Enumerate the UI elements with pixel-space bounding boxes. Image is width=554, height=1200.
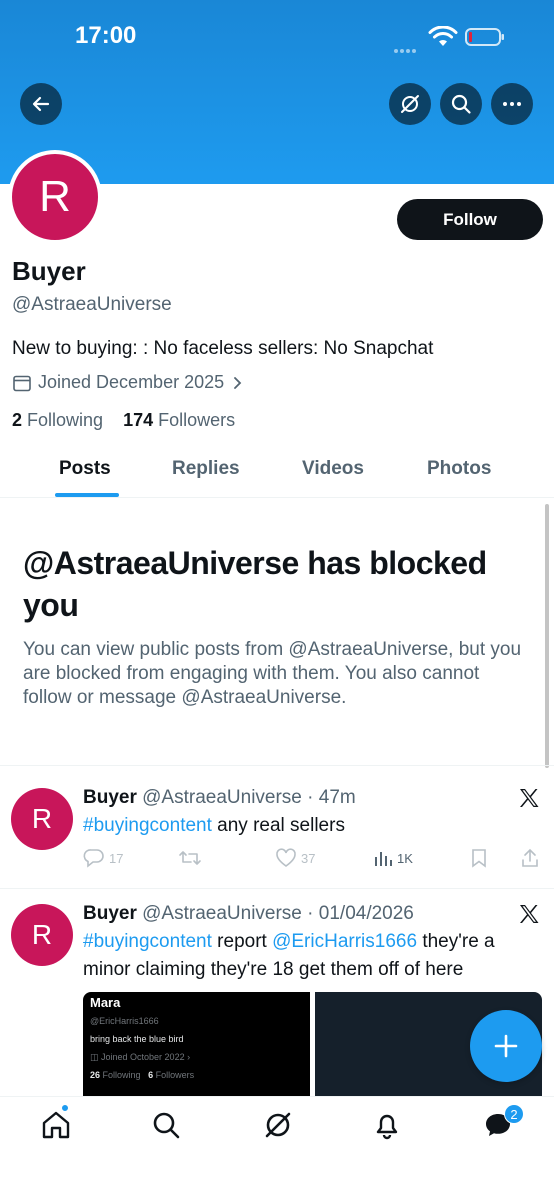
repost-button[interactable] xyxy=(178,848,202,868)
x-logo-icon xyxy=(520,905,539,923)
follow-stats: 2 Following 174 Followers xyxy=(12,410,235,431)
media-profile-handle: @EricHarris1666 xyxy=(90,1016,159,1026)
like-button[interactable]: 37 xyxy=(275,848,315,868)
joined-text: Joined December 2025 xyxy=(38,372,225,392)
media-following-count: 26 xyxy=(90,1070,101,1080)
profile-bio: New to buying: : No faceless sellers: No… xyxy=(12,338,434,359)
hashtag-link[interactable]: #buyingcontent xyxy=(83,931,212,952)
search-icon xyxy=(451,94,471,114)
reply-icon xyxy=(83,849,104,868)
grok-icon[interactable] xyxy=(262,1109,294,1141)
battery-icon xyxy=(465,28,504,46)
post-text: #buyingcontent any real sellers xyxy=(83,812,538,840)
more-options-button[interactable] xyxy=(491,83,533,125)
compose-button[interactable] xyxy=(470,1010,542,1082)
profile-handle: @AstraeaUniverse xyxy=(12,294,172,315)
following-link[interactable]: 2 Following xyxy=(12,410,103,430)
media-joined-text: Joined October 2022 xyxy=(101,1052,185,1062)
views-button[interactable]: 1K xyxy=(373,848,413,868)
bookmark-icon xyxy=(472,849,486,868)
post-header: Buyer @AstraeaUniverse · 01/04/2026 xyxy=(83,903,414,924)
reply-count: 17 xyxy=(109,850,124,866)
avatar-letter: R xyxy=(31,919,53,950)
post-time: 47m xyxy=(318,787,356,808)
media-stats: 26 Following 6 Followers xyxy=(90,1070,194,1080)
back-button[interactable] xyxy=(20,83,62,125)
divider xyxy=(0,765,554,766)
share-icon xyxy=(522,848,538,867)
divider xyxy=(0,888,554,889)
bell-icon[interactable] xyxy=(371,1109,403,1141)
scrollbar[interactable] xyxy=(545,504,549,768)
post-body-part: report xyxy=(211,931,273,952)
media-followers-count: 6 xyxy=(148,1070,154,1080)
home-notification-dot xyxy=(61,1104,69,1112)
post-time: 01/04/2026 xyxy=(318,903,414,924)
reply-button[interactable]: 17 xyxy=(83,848,123,868)
share-button[interactable] xyxy=(520,848,540,868)
media-joined: ◫ Joined October 2022 › xyxy=(90,1052,191,1062)
media-profile-bio: bring back the blue bird xyxy=(90,1034,184,1044)
view-count: 1K xyxy=(397,850,413,866)
repost-icon xyxy=(179,851,201,865)
calendar-icon xyxy=(13,375,31,391)
media-followers-label: Followers xyxy=(155,1070,195,1080)
bookmark-button[interactable] xyxy=(470,848,488,868)
profile-name: Buyer xyxy=(12,256,86,286)
signal-icon xyxy=(394,40,420,53)
post-avatar[interactable]: R xyxy=(11,788,73,850)
bottom-nav xyxy=(0,1096,554,1200)
followers-link[interactable]: 174 Followers xyxy=(123,410,235,430)
avatar-letter: R xyxy=(31,803,53,834)
home-icon[interactable] xyxy=(40,1109,72,1141)
post-author-handle: @AstraeaUniverse xyxy=(142,903,302,924)
profile-tabs: Posts Replies Videos Photos xyxy=(0,444,554,498)
heart-icon xyxy=(276,848,296,867)
post-body: any real sellers xyxy=(211,815,345,836)
like-count: 37 xyxy=(301,850,316,866)
chevron-right-icon xyxy=(234,376,242,389)
plus-icon xyxy=(494,1034,518,1058)
media-profile-name: Mara xyxy=(90,995,121,1010)
tab-replies[interactable]: Replies xyxy=(172,458,240,480)
views-icon xyxy=(375,852,392,866)
post-actions: 17 37 1K xyxy=(83,848,543,872)
follow-button[interactable]: Follow xyxy=(397,199,543,240)
status-time: 17:00 xyxy=(75,22,137,49)
post-avatar[interactable]: R xyxy=(11,904,73,966)
followers-label: Followers xyxy=(158,410,236,430)
search-button[interactable] xyxy=(440,83,482,125)
post-author-name[interactable]: Buyer xyxy=(83,903,137,924)
post-image[interactable]: Mara @EricHarris1666 bring back the blue… xyxy=(83,992,310,1096)
following-label: Following xyxy=(27,410,104,430)
arrow-left-icon xyxy=(32,96,50,112)
wifi-icon xyxy=(428,26,458,46)
profile-avatar[interactable]: R xyxy=(8,150,102,244)
post-author-handle: @AstraeaUniverse xyxy=(142,787,302,808)
grok-icon xyxy=(401,95,419,113)
grok-button[interactable] xyxy=(389,83,431,125)
joined-date[interactable]: Joined December 2025 xyxy=(12,372,244,393)
tab-photos[interactable]: Photos xyxy=(427,458,491,480)
more-icon xyxy=(503,102,521,106)
post-author-name[interactable]: Buyer xyxy=(83,787,137,808)
followers-count: 174 xyxy=(123,410,154,430)
tab-posts[interactable]: Posts xyxy=(59,458,111,480)
status-bar: 17:00 xyxy=(0,0,554,76)
hashtag-link[interactable]: #buyingcontent xyxy=(83,815,212,836)
tab-videos[interactable]: Videos xyxy=(302,458,364,480)
post-text: #buyingcontent report @EricHarris1666 th… xyxy=(83,928,538,984)
messages-badge: 2 xyxy=(504,1104,524,1124)
search-icon[interactable] xyxy=(150,1109,182,1141)
post-header: Buyer @AstraeaUniverse · 47m xyxy=(83,787,356,808)
mention-link[interactable]: @EricHarris1666 xyxy=(272,931,417,952)
media-following-label: Following xyxy=(102,1070,141,1080)
x-logo-icon xyxy=(520,789,539,807)
blocked-title: @AstraeaUniverse has blocked you xyxy=(23,545,487,623)
avatar-letter: R xyxy=(39,172,71,221)
active-tab-indicator xyxy=(55,493,119,497)
following-count: 2 xyxy=(12,410,23,430)
blocked-message: You can view public posts from @AstraeaU… xyxy=(23,639,522,708)
